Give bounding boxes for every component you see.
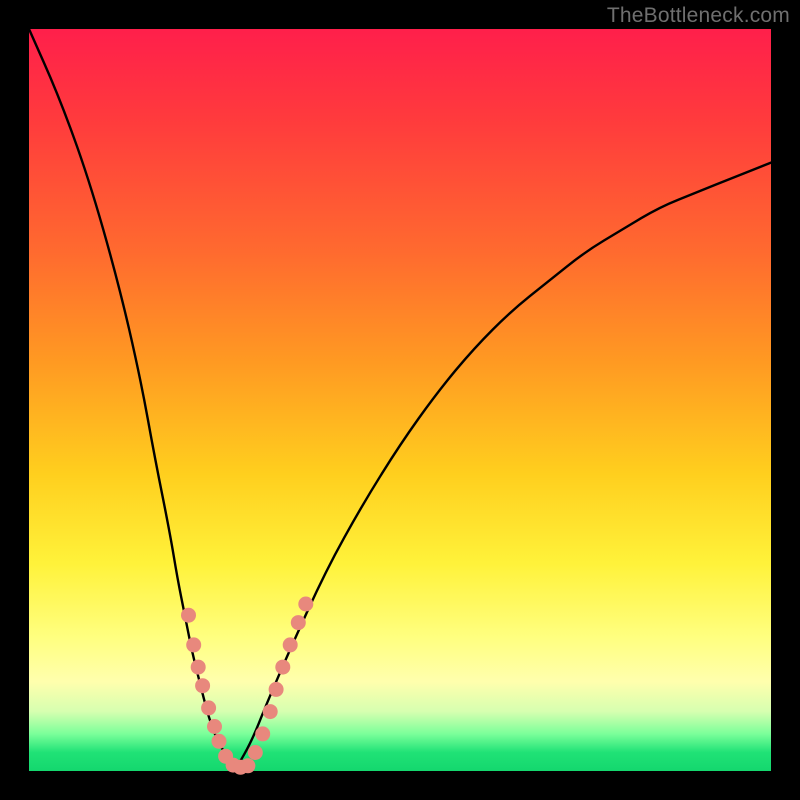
marker-dot [191, 660, 206, 675]
marker-dot [201, 700, 216, 715]
marker-dot [263, 704, 278, 719]
curves-layer [29, 29, 771, 771]
watermark-text: TheBottleneck.com [607, 4, 790, 28]
marker-dot [212, 734, 227, 749]
marker-dot [275, 660, 290, 675]
marker-dot [181, 608, 196, 623]
marker-dot [255, 726, 270, 741]
left-curve [29, 29, 237, 767]
marker-dot [283, 637, 298, 652]
marker-dot [195, 678, 210, 693]
right-curve [237, 163, 771, 768]
plot-area [29, 29, 771, 771]
marker-dot [269, 682, 284, 697]
chart-frame: TheBottleneck.com [0, 0, 800, 800]
marker-dot [248, 745, 263, 760]
marker-dot [291, 615, 306, 630]
marker-dot [298, 597, 313, 612]
marker-dot [207, 719, 222, 734]
marker-dot [186, 637, 201, 652]
marker-dot [240, 758, 255, 773]
